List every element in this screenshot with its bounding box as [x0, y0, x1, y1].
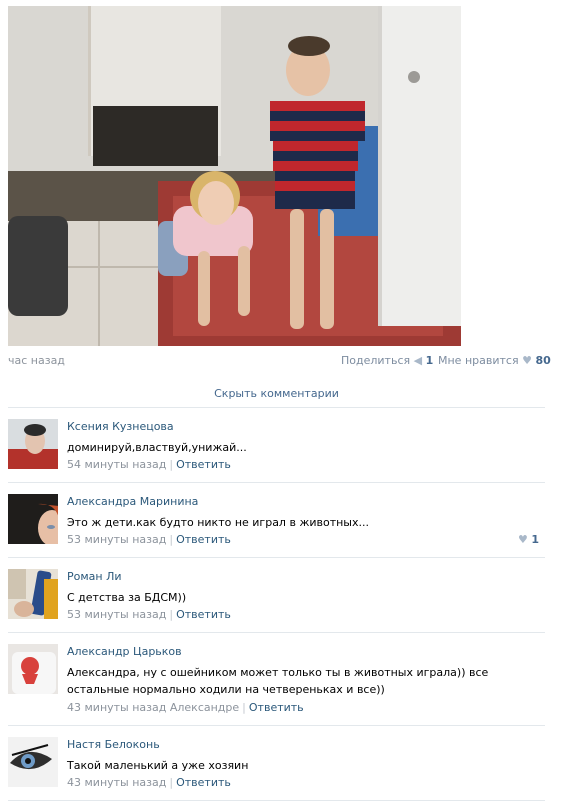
photo-shirt-stripe	[273, 151, 358, 161]
hide-comments-link[interactable]: Скрыть комментарии	[8, 387, 545, 400]
comment-item: Александра Маринина Это ж дети.как будто…	[8, 494, 545, 554]
comment-time[interactable]: 43 минуты назад Александре	[67, 701, 239, 714]
avatar-image	[8, 494, 58, 544]
comment-info: 43 минуты назад Александре | Ответить	[67, 701, 304, 714]
share-label: Поделиться	[341, 354, 411, 367]
comment-author[interactable]: Роман Ли	[67, 570, 122, 583]
photo-girl-head	[198, 181, 234, 225]
comment-time[interactable]: 43 минуты назад	[67, 776, 166, 789]
photo-shirt-stripe	[270, 121, 365, 131]
photo-girl-arm	[238, 246, 250, 316]
comment-author[interactable]: Александра Маринина	[67, 495, 198, 508]
photo-shirt-stripe	[275, 181, 355, 191]
comment-time[interactable]: 53 минуты назад	[67, 533, 166, 546]
comment-author[interactable]: Александр Царьков	[67, 645, 182, 658]
heart-icon: ♥	[517, 533, 528, 546]
comment-author[interactable]: Ксения Кузнецова	[67, 420, 174, 433]
comment-text: Это ж дети.как будто никто не играл в жи…	[67, 516, 369, 529]
comment-item: Настя Белоконь Такой маленький а уже хоз…	[8, 737, 545, 797]
photo-boy-leg	[290, 209, 304, 329]
comment-text: С детства за БДСМ))	[67, 591, 187, 604]
comment-like-button[interactable]: ♥ 1	[518, 533, 539, 546]
comment-text: Такой маленький а уже хозяин	[67, 759, 249, 772]
photo-girl-arm	[198, 251, 210, 326]
avatar-image	[8, 419, 58, 469]
photo-basket	[8, 216, 68, 316]
comment-item: Александр Царьков Александра, ну с ошейн…	[8, 644, 545, 722]
photo-dark-room	[93, 106, 218, 166]
photo-boy-hair	[288, 36, 330, 56]
comment-like-count: 1	[531, 533, 539, 546]
avatar-image	[8, 644, 58, 694]
avatar[interactable]	[8, 494, 58, 544]
avatar-image	[8, 737, 58, 787]
like-button[interactable]: Мне нравится ♥ 80	[438, 354, 551, 367]
comment-time[interactable]: 53 минуты назад	[67, 608, 166, 621]
reply-link[interactable]: Ответить	[176, 533, 231, 546]
comment-info: 53 минуты назад | Ответить	[67, 533, 231, 546]
separator	[8, 725, 545, 726]
heart-icon: ♥	[522, 354, 532, 367]
photo-door	[378, 6, 461, 326]
comment-time[interactable]: 54 минуты назад	[67, 458, 166, 471]
separator	[8, 800, 545, 801]
photo-boy-leg	[320, 209, 334, 329]
photo-shirt-stripe	[275, 171, 355, 181]
comment-info: 53 минуты назад | Ответить	[67, 608, 231, 621]
separator	[8, 482, 545, 483]
reply-link[interactable]: Ответить	[176, 458, 231, 471]
comment-text: Александра, ну с ошейником может только …	[67, 666, 489, 696]
avatar-image	[8, 569, 58, 619]
separator	[8, 557, 545, 558]
photo-shirt-stripe	[273, 141, 358, 151]
photo-shirt-stripe	[275, 191, 355, 209]
like-label: Мне нравится	[438, 354, 519, 367]
avatar[interactable]	[8, 737, 58, 787]
avatar[interactable]	[8, 569, 58, 619]
share-button[interactable]: Поделиться ◀ 1	[341, 354, 433, 367]
photo-shirt-stripe	[270, 101, 365, 111]
separator	[8, 407, 545, 408]
share-count: 1	[425, 354, 434, 367]
reply-link[interactable]: Ответить	[249, 701, 304, 714]
comment-item: Роман Ли С детства за БДСМ)) 53 минуты н…	[8, 569, 545, 629]
post-time: час назад	[8, 354, 65, 367]
comment-author[interactable]: Настя Белоконь	[67, 738, 160, 751]
comment-text: доминируй,властвуй,унижай...	[67, 441, 247, 454]
separator	[8, 632, 545, 633]
reply-link[interactable]: Ответить	[176, 776, 231, 789]
avatar[interactable]	[8, 644, 58, 694]
photo-door-knob	[408, 71, 420, 83]
megaphone-icon: ◀	[413, 354, 423, 367]
comment-info: 54 минуты назад | Ответить	[67, 458, 231, 471]
comment-info: 43 минуты назад | Ответить	[67, 776, 231, 789]
photo-shirt-stripe	[273, 161, 358, 171]
reply-link[interactable]: Ответить	[176, 608, 231, 621]
avatar[interactable]	[8, 419, 58, 469]
like-count: 80	[535, 354, 551, 367]
comment-item: Ксения Кузнецова доминируй,властвуй,униж…	[8, 419, 545, 479]
photo-tile-line	[98, 221, 100, 346]
photo-shirt-stripe	[270, 131, 365, 141]
photo-shirt-stripe	[270, 111, 365, 121]
post-photo[interactable]	[8, 6, 461, 346]
